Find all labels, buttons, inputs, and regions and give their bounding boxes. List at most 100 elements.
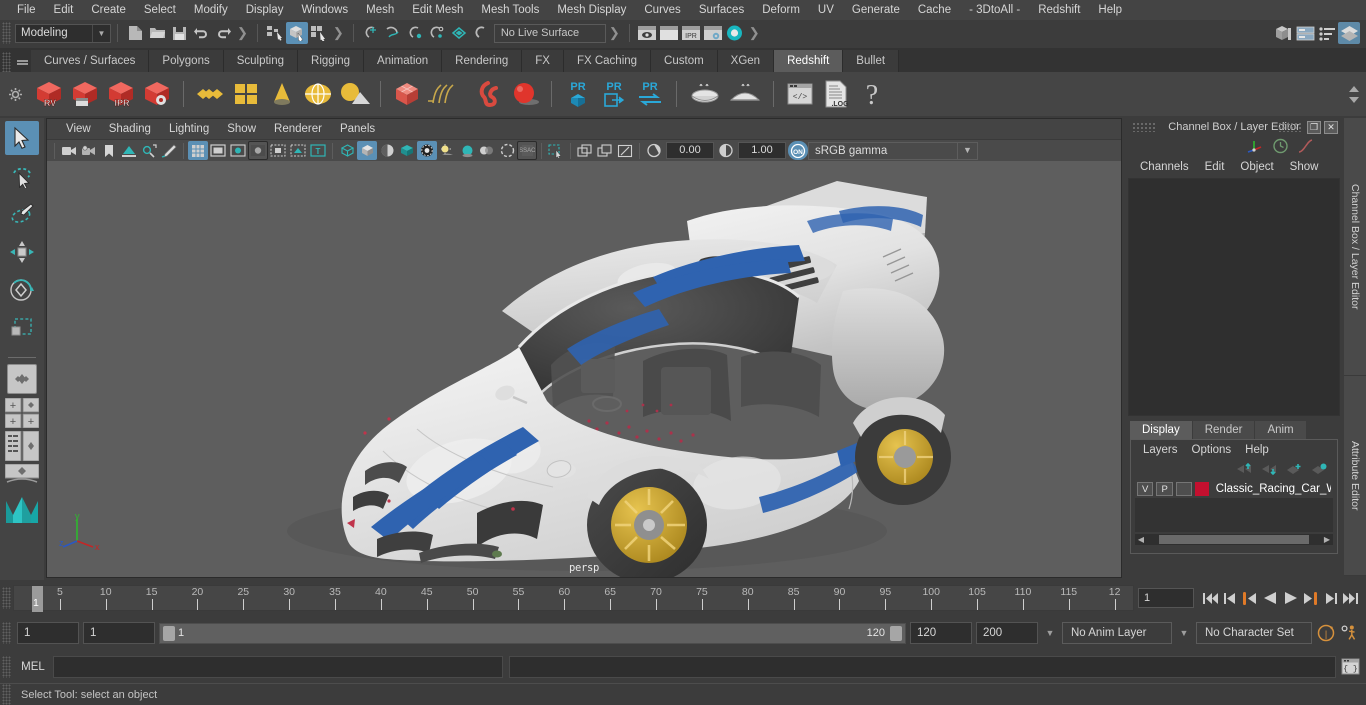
move-layer-up-icon[interactable] xyxy=(1236,463,1252,475)
snap-to-curve-icon[interactable] xyxy=(382,22,404,44)
animation-preferences-icon[interactable] xyxy=(1340,622,1360,644)
paint-select-tool[interactable] xyxy=(5,197,39,231)
shelf-button-redshift-hair[interactable] xyxy=(426,77,470,111)
shelf-button-redshift-volume[interactable] xyxy=(472,77,506,111)
layer-shading-toggle[interactable] xyxy=(1175,482,1193,496)
layer-tab-anim[interactable]: Anim xyxy=(1255,421,1306,439)
shelf-button-redshift-pie-2[interactable] xyxy=(726,77,764,111)
axis-gizmo-icon[interactable] xyxy=(1246,138,1264,154)
layer-name[interactable]: Classic_Racing_Car_Wh xyxy=(1212,483,1331,495)
display-layer-list[interactable]: V P Classic_Racing_Car_Wh xyxy=(1135,480,1333,532)
shelf-button-redshift-sphere-light[interactable] xyxy=(508,77,542,111)
new-scene-icon[interactable] xyxy=(124,22,146,44)
layer-playback-toggle[interactable]: P xyxy=(1156,482,1173,496)
title-safe-icon[interactable]: T xyxy=(308,141,328,160)
shelf-tab-rendering[interactable]: Rendering xyxy=(442,50,523,72)
bookmark-icon[interactable] xyxy=(99,141,119,160)
channel-box-content[interactable] xyxy=(1128,178,1340,416)
create-new-layer-icon[interactable] xyxy=(1286,463,1302,475)
channel-box-menu-item-show[interactable]: Show xyxy=(1282,161,1327,173)
motion-blur-icon[interactable] xyxy=(477,141,497,160)
viewport-menu-item-panels[interactable]: Panels xyxy=(331,123,384,135)
command-line-grip[interactable] xyxy=(2,655,11,678)
play-forwards-icon[interactable] xyxy=(1280,587,1300,609)
menu-set-dropdown[interactable]: Modeling ▼ xyxy=(15,23,111,43)
playback-end-time-field[interactable]: 120 xyxy=(910,622,972,644)
shelf-tab-xgen[interactable]: XGen xyxy=(717,50,775,72)
use-default-material-icon[interactable] xyxy=(377,141,397,160)
current-frame-field[interactable]: 1 xyxy=(1138,588,1194,608)
shelf-button-redshift-cone-light[interactable] xyxy=(265,77,299,111)
menu-item-windows[interactable]: Windows xyxy=(292,0,357,20)
scale-tool[interactable] xyxy=(5,311,39,345)
viewport-3d-canvas[interactable]: y x z persp xyxy=(47,161,1121,577)
shelf-button-redshift-material-grid[interactable] xyxy=(229,77,263,111)
range-end-handle[interactable] xyxy=(890,625,902,641)
menu-item-edit[interactable]: Edit xyxy=(45,0,83,20)
textured-icon[interactable] xyxy=(397,141,417,160)
shelf-tab-animation[interactable]: Animation xyxy=(364,50,443,72)
shelf-button-redshift-pr-transfer[interactable]: PR xyxy=(633,77,667,111)
menu-item-display[interactable]: Display xyxy=(237,0,293,20)
resolution-gate-icon[interactable] xyxy=(228,141,248,160)
multisample-icon[interactable] xyxy=(497,141,517,160)
shelf-button-redshift-render-sequence[interactable] xyxy=(68,77,102,111)
redshift-render-icon[interactable] xyxy=(724,22,746,44)
create-layer-from-selected-icon[interactable] xyxy=(1311,463,1327,475)
menu-item-select[interactable]: Select xyxy=(135,0,185,20)
collapse-arrow-icon[interactable]: ❯ xyxy=(606,25,623,41)
four-view-layout-icon[interactable]: + + + xyxy=(5,398,39,428)
layer-tab-render[interactable]: Render xyxy=(1192,421,1255,439)
show-hide-attribute-editor-icon[interactable] xyxy=(1272,22,1294,44)
scrollbar-thumb[interactable] xyxy=(1159,535,1309,544)
shelf-tab-sculpting[interactable]: Sculpting xyxy=(223,50,299,72)
panel-grip-right[interactable] xyxy=(1278,122,1302,132)
select-by-component-icon[interactable] xyxy=(308,22,330,44)
outliner-persp-layout-icon[interactable] xyxy=(5,431,39,461)
select-by-object-icon[interactable] xyxy=(285,22,308,44)
channel-box-menu-item-object[interactable]: Object xyxy=(1232,161,1281,173)
layer-visibility-toggle[interactable]: V xyxy=(1137,482,1154,496)
animation-end-time-field[interactable]: 200 xyxy=(976,622,1038,644)
shelf-button-redshift-sun-sky[interactable] xyxy=(337,77,371,111)
film-origin-icon[interactable] xyxy=(268,141,288,160)
help-line-grip[interactable] xyxy=(2,683,11,705)
xray-icon[interactable] xyxy=(575,141,595,160)
hypershade-persp-layout-icon[interactable] xyxy=(5,464,39,486)
select-camera-icon[interactable] xyxy=(59,141,79,160)
shelf-button-redshift-dome-light[interactable] xyxy=(301,77,335,111)
shelf-button-redshift-material-diamond[interactable] xyxy=(193,77,227,111)
menu-item-create[interactable]: Create xyxy=(82,0,135,20)
shelf-button-redshift-help[interactable]: ? xyxy=(855,77,889,111)
isolate-select-icon[interactable] xyxy=(546,141,566,160)
command-language-label[interactable]: MEL xyxy=(13,661,53,673)
clock-icon[interactable] xyxy=(1272,138,1289,154)
shelf-button-redshift-ipr[interactable]: IPR xyxy=(104,77,138,111)
play-backwards-icon[interactable] xyxy=(1260,587,1280,609)
shelf-grip[interactable] xyxy=(2,52,11,72)
shelf-options-gear-icon[interactable] xyxy=(0,87,30,102)
shelf-tab-bullet[interactable]: Bullet xyxy=(843,50,900,72)
step-forward-frame-icon[interactable] xyxy=(1300,587,1320,609)
gamma-value[interactable]: 1.00 xyxy=(738,142,786,159)
menu-item-mesh-display[interactable]: Mesh Display xyxy=(548,0,635,20)
camera-attributes-icon[interactable] xyxy=(79,141,99,160)
viewport-menu-item-renderer[interactable]: Renderer xyxy=(265,123,331,135)
wireframe-icon[interactable] xyxy=(337,141,357,160)
command-result-field[interactable] xyxy=(509,655,1336,678)
rotate-tool[interactable] xyxy=(5,273,39,307)
menu-item-modify[interactable]: Modify xyxy=(185,0,237,20)
statusline-grip[interactable] xyxy=(2,22,11,44)
shelf-button-redshift-log-file[interactable]: .LOG xyxy=(819,77,853,111)
screen-space-ao-icon[interactable]: SSAO xyxy=(517,141,537,160)
lasso-select-tool[interactable] xyxy=(5,159,39,193)
shelf-button-redshift-proxy-cube[interactable] xyxy=(390,77,424,111)
menu-item-deform[interactable]: Deform xyxy=(753,0,809,20)
layer-menu-item-options[interactable]: Options xyxy=(1185,444,1239,456)
collapse-arrow-icon[interactable]: ❯ xyxy=(330,25,347,41)
range-start-handle[interactable] xyxy=(163,625,175,641)
menu-item-help[interactable]: Help xyxy=(1089,0,1131,20)
show-hide-tool-settings-icon[interactable] xyxy=(1294,22,1316,44)
maya-logo-icon[interactable] xyxy=(2,491,42,527)
image-plane-icon[interactable] xyxy=(119,141,139,160)
